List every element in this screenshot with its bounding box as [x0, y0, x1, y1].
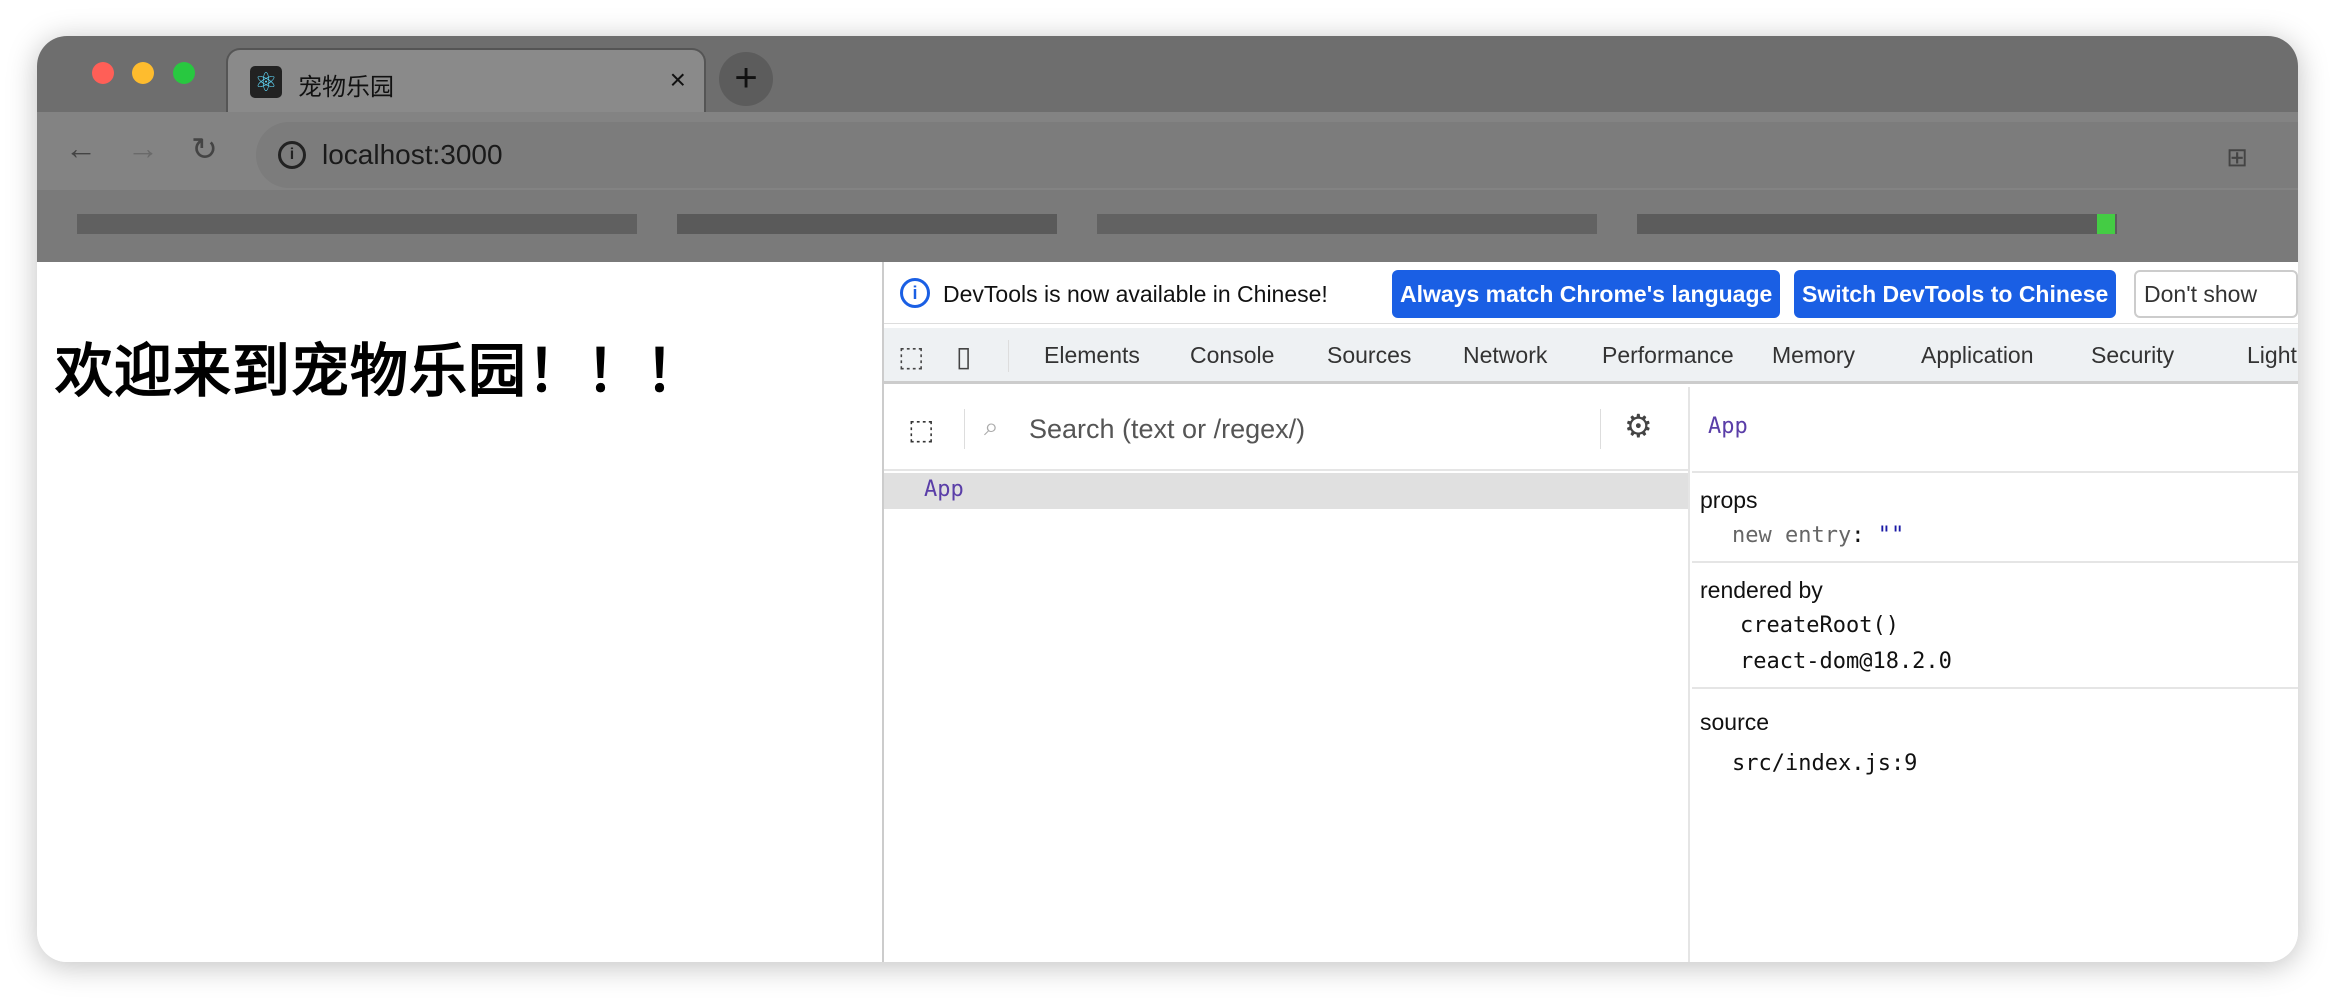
source-label: source — [1700, 709, 1770, 735]
search-icon: ⌕ — [984, 411, 999, 441]
react-icon: ⚛ — [250, 66, 282, 98]
new-tab-button[interactable]: + — [719, 52, 773, 106]
toolbar: ← → ↻ i localhost:3000 ⊞ — [37, 112, 2298, 190]
rendered-by-item: react-dom@18.2.0 — [1740, 649, 1952, 674]
prop-value[interactable]: "" — [1878, 523, 1905, 548]
inspect-element-icon[interactable]: ⬚ — [898, 340, 924, 373]
switch-to-chinese-button[interactable]: Switch DevTools to Chinese — [1794, 270, 2117, 318]
tab-title: 宠物乐园 — [298, 74, 394, 101]
url-text: localhost:3000 — [322, 139, 503, 170]
close-window-button[interactable] — [92, 62, 114, 84]
component-tree-pane: ⬚ ⌕ ⚙ App — [884, 387, 1690, 962]
browser-window: ⚛ 宠物乐园 × + ← → ↻ i localhost:3000 ⊞ 欢迎来到… — [37, 36, 2298, 962]
prop-new-entry[interactable]: new entry: "" — [1732, 523, 1904, 548]
dont-show-again-button[interactable]: Don't show again — [2134, 270, 2298, 351]
devtools-panel: i DevTools is now available in Chinese! … — [882, 262, 2298, 962]
selected-component-name: App — [1708, 414, 1748, 439]
back-icon[interactable]: ← — [65, 130, 97, 167]
tab-lighthouse[interactable]: Light — [2247, 342, 2297, 369]
component-inspector-pane: App props new entry: "" rendered by crea… — [1692, 387, 2298, 962]
tree-item-label: App — [924, 477, 964, 502]
select-component-icon[interactable]: ⬚ — [908, 413, 934, 446]
maximize-window-button[interactable] — [173, 62, 195, 84]
translate-icon[interactable]: ⊞ — [2226, 142, 2248, 173]
close-tab-icon[interactable]: × — [670, 64, 686, 96]
tab-performance[interactable]: Performance — [1602, 342, 1734, 369]
rendered-by-label: rendered by — [1700, 577, 1823, 603]
tree-item-app[interactable]: App — [884, 473, 1688, 509]
search-row: ⬚ ⌕ ⚙ — [884, 387, 1688, 471]
reload-icon[interactable]: ↻ — [191, 130, 218, 168]
prop-key: new entry — [1732, 523, 1852, 548]
always-match-language-button[interactable]: Always match Chrome's language — [1392, 270, 1781, 318]
tab-bar: ⚛ 宠物乐园 × + — [37, 36, 2298, 114]
component-search-input[interactable] — [1029, 405, 1589, 453]
tab-network[interactable]: Network — [1463, 342, 1547, 369]
page-content: 欢迎来到宠物乐园！！！ — [37, 262, 882, 962]
minimize-window-button[interactable] — [132, 62, 154, 84]
tab-console[interactable]: Console — [1190, 342, 1274, 369]
device-toolbar-icon[interactable]: ▯ — [956, 340, 971, 373]
tab-elements[interactable]: Elements — [1044, 342, 1140, 369]
tab-application[interactable]: Application — [1921, 342, 2034, 369]
rendered-by-item: createRoot() — [1740, 613, 1899, 638]
language-infobar: i DevTools is now available in Chinese! … — [884, 262, 2298, 351]
settings-gear-icon[interactable]: ⚙ — [1624, 407, 1653, 445]
browser-tab[interactable]: ⚛ 宠物乐园 × — [226, 48, 706, 114]
tab-sources[interactable]: Sources — [1327, 342, 1411, 369]
info-icon: i — [900, 278, 930, 308]
props-label: props — [1700, 487, 1758, 513]
site-info-icon[interactable]: i — [278, 141, 306, 169]
bookmarks-bar — [37, 190, 2298, 262]
page-heading: 欢迎来到宠物乐园！！！ — [55, 339, 705, 404]
infobar-message: DevTools is now available in Chinese! — [943, 281, 1328, 307]
source-link[interactable]: src/index.js:9 — [1732, 751, 1917, 776]
forward-icon[interactable]: → — [127, 130, 159, 167]
address-bar[interactable]: i localhost:3000 ⊞ — [256, 122, 2298, 188]
tab-memory[interactable]: Memory — [1772, 342, 1855, 369]
tab-security[interactable]: Security — [2091, 342, 2174, 369]
devtools-tabs: ⬚ ▯ Elements Console Sources Network Per… — [884, 328, 2298, 384]
